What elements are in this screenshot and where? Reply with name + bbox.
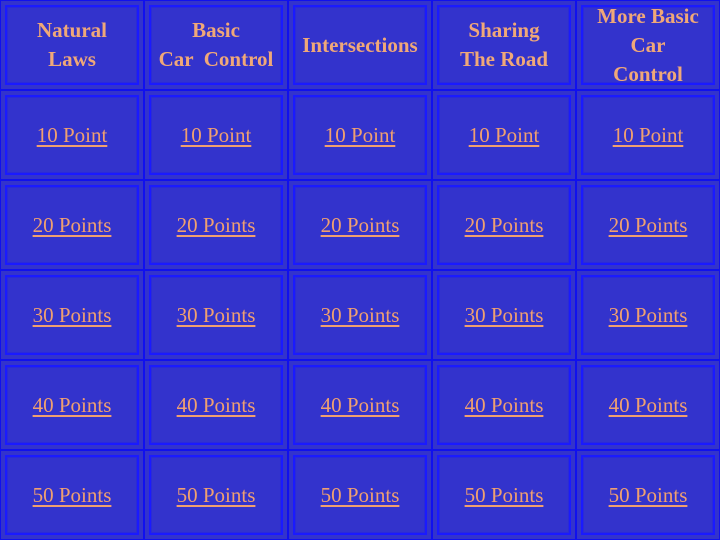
point-link[interactable]: 20 Points (33, 213, 112, 238)
question-cell[interactable]: 30 Points (0, 270, 144, 360)
question-cell[interactable]: 50 Points (576, 450, 720, 540)
point-link[interactable]: 20 Points (465, 213, 544, 238)
question-cell[interactable]: 40 Points (288, 360, 432, 450)
point-link[interactable]: 50 Points (609, 483, 688, 508)
category-title-line: Car Control (158, 47, 274, 71)
point-link[interactable]: 10 Point (325, 123, 396, 148)
point-link[interactable]: 30 Points (321, 303, 400, 328)
question-cell[interactable]: 40 Points (144, 360, 288, 450)
point-link[interactable]: 10 Point (37, 123, 108, 148)
category-header: Sharing The Road (432, 0, 576, 90)
question-cell[interactable]: 20 Points (432, 180, 576, 270)
jeopardy-board: Natural Laws Basic Car Control Intersections… (0, 0, 720, 540)
question-cell[interactable]: 30 Points (288, 270, 432, 360)
category-title-line: The Road (459, 47, 549, 71)
question-cell[interactable]: 30 Points (576, 270, 720, 360)
question-cell-inner: 30 Points (581, 275, 715, 355)
question-cell-inner: 50 Points (5, 455, 139, 535)
question-cell-inner: 30 Points (437, 275, 571, 355)
point-link[interactable]: 20 Points (609, 213, 688, 238)
question-cell[interactable]: 20 Points (288, 180, 432, 270)
question-cell[interactable]: 40 Points (0, 360, 144, 450)
question-cell-inner: 40 Points (149, 365, 283, 445)
category-header: Intersections (288, 0, 432, 90)
question-cell-inner: 10 Point (437, 95, 571, 175)
point-link[interactable]: 40 Points (33, 393, 112, 418)
question-cell-inner: 50 Points (437, 455, 571, 535)
category-title-line: Control (613, 61, 683, 86)
question-cell[interactable]: 40 Points (576, 360, 720, 450)
point-link[interactable]: 50 Points (465, 483, 544, 508)
question-cell-inner: 40 Points (581, 365, 715, 445)
question-cell-inner: 20 Points (437, 185, 571, 265)
category-title-line: Laws (48, 47, 96, 71)
question-cell-inner: 30 Points (5, 275, 139, 355)
question-cell-inner: 10 Point (581, 95, 715, 175)
question-cell-inner: 20 Points (581, 185, 715, 265)
question-cell[interactable]: 50 Points (432, 450, 576, 540)
question-cell-inner: 30 Points (293, 275, 427, 355)
category-title-line: Sharing (468, 18, 540, 42)
question-cell-inner: 20 Points (293, 185, 427, 265)
category-title-line: More Basic (597, 3, 699, 28)
point-link[interactable]: 50 Points (177, 483, 256, 508)
question-cell[interactable]: 30 Points (144, 270, 288, 360)
question-cell[interactable]: 10 Point (144, 90, 288, 180)
point-link[interactable]: 30 Points (177, 303, 256, 328)
category-header: Basic Car Control (144, 0, 288, 90)
point-link[interactable]: 30 Points (33, 303, 112, 328)
question-cell-inner: 20 Points (149, 185, 283, 265)
point-link[interactable]: 30 Points (465, 303, 544, 328)
point-link[interactable]: 40 Points (321, 393, 400, 418)
question-cell[interactable]: 50 Points (0, 450, 144, 540)
question-cell-inner: 50 Points (149, 455, 283, 535)
question-cell[interactable]: 40 Points (432, 360, 576, 450)
category-title-line: Intersections (302, 32, 418, 57)
point-link[interactable]: 50 Points (33, 483, 112, 508)
question-cell[interactable]: 10 Point (0, 90, 144, 180)
question-cell[interactable]: 10 Point (288, 90, 432, 180)
category-title: More Basic Car Control (581, 3, 715, 86)
category-title-line: Natural (37, 18, 107, 42)
question-cell[interactable]: 50 Points (144, 450, 288, 540)
question-cell-inner: 40 Points (437, 365, 571, 445)
question-cell-inner: 10 Point (5, 95, 139, 175)
question-cell-inner: 20 Points (5, 185, 139, 265)
question-cell-inner: 30 Points (149, 275, 283, 355)
point-link[interactable]: 20 Points (177, 213, 256, 238)
question-cell-inner: 50 Points (293, 455, 427, 535)
question-cell[interactable]: 10 Point (576, 90, 720, 180)
question-cell[interactable]: 20 Points (0, 180, 144, 270)
category-title: Basic Car Control (149, 5, 283, 85)
point-link[interactable]: 30 Points (609, 303, 688, 328)
point-link[interactable]: 50 Points (321, 483, 400, 508)
question-cell-inner: 50 Points (581, 455, 715, 535)
point-link[interactable]: 40 Points (609, 393, 688, 418)
category-title: Intersections (293, 5, 427, 85)
category-title-line: Car (630, 32, 666, 57)
point-link[interactable]: 20 Points (321, 213, 400, 238)
point-link[interactable]: 10 Point (469, 123, 540, 148)
point-link[interactable]: 40 Points (177, 393, 256, 418)
point-link[interactable]: 10 Point (613, 123, 684, 148)
category-header: More Basic Car Control (576, 0, 720, 90)
question-cell-inner: 40 Points (293, 365, 427, 445)
question-cell-inner: 40 Points (5, 365, 139, 445)
question-cell[interactable]: 50 Points (288, 450, 432, 540)
point-link[interactable]: 10 Point (181, 123, 252, 148)
category-title: Sharing The Road (437, 5, 571, 85)
question-cell[interactable]: 20 Points (144, 180, 288, 270)
question-cell[interactable]: 20 Points (576, 180, 720, 270)
category-header: Natural Laws (0, 0, 144, 90)
category-title-line: Basic (192, 18, 240, 42)
question-cell-inner: 10 Point (293, 95, 427, 175)
question-cell[interactable]: 10 Point (432, 90, 576, 180)
question-cell-inner: 10 Point (149, 95, 283, 175)
category-title: Natural Laws (5, 5, 139, 85)
question-cell[interactable]: 30 Points (432, 270, 576, 360)
point-link[interactable]: 40 Points (465, 393, 544, 418)
